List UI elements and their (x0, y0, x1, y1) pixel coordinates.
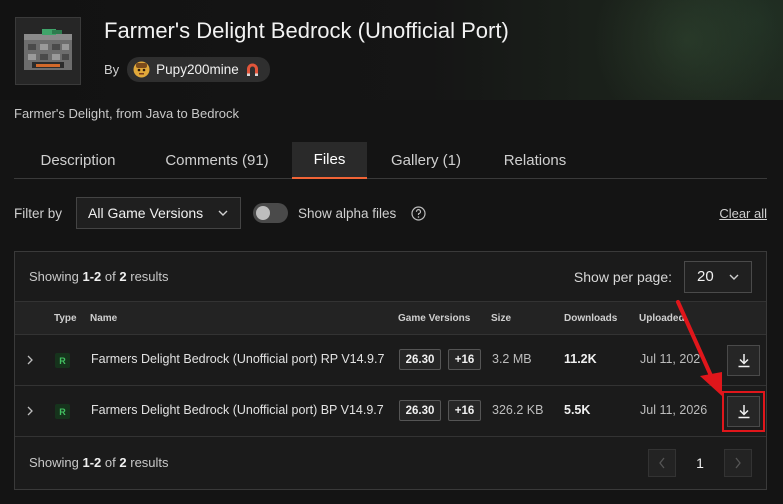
toggle-knob (256, 206, 270, 220)
chevron-right-icon[interactable] (25, 350, 35, 370)
stove-icon (24, 29, 72, 70)
filter-bar: Filter by All Game Versions Show alpha f… (14, 197, 767, 229)
author-avatar-icon (133, 61, 150, 78)
header-downloads: Downloads (564, 313, 618, 324)
table-row[interactable]: R Farmers Delight Bedrock (Unofficial po… (15, 386, 766, 437)
clear-all-link[interactable]: Clear all (719, 206, 767, 221)
per-page-label: Show per page: (573, 268, 672, 285)
upload-date: Jul 11, 2026 (640, 403, 708, 417)
show-alpha-label: Show alpha files (298, 205, 397, 221)
game-version-value: All Game Versions (88, 205, 204, 221)
tab-comments[interactable]: Comments (91) (142, 142, 292, 179)
file-name[interactable]: Farmers Delight Bedrock (Unofficial port… (91, 352, 384, 366)
show-alpha-toggle[interactable] (253, 203, 288, 223)
files-panel: Showing 1-2 of 2 results Show per page: … (14, 251, 767, 490)
per-page-select[interactable]: 20 (684, 260, 752, 293)
release-type-badge: R (55, 404, 70, 419)
table-header: Type Name Game Versions Size Downloads U… (15, 301, 766, 335)
results-header: Showing 1-2 of 2 results Show per page: … (15, 252, 766, 301)
results-summary: Showing 1-2 of 2 results (29, 269, 169, 284)
game-version-chip: 26.30 (399, 400, 441, 421)
results-summary-footer: Showing 1-2 of 2 results (29, 455, 169, 470)
chevron-left-icon (659, 457, 665, 468)
project-tabs: Description Comments (91) Files Gallery … (14, 142, 767, 179)
header-type: Type (54, 313, 77, 324)
header-uploaded: Uploaded (639, 313, 685, 324)
help-icon[interactable] (411, 205, 426, 221)
header-game-versions: Game Versions (398, 313, 471, 324)
tab-description[interactable]: Description (14, 142, 142, 179)
more-versions-chip[interactable]: +16 (448, 400, 481, 421)
results-footer: Showing 1-2 of 2 results 1 (15, 437, 766, 488)
chevron-down-icon (218, 210, 228, 216)
tab-relations[interactable]: Relations (485, 142, 585, 179)
project-header: Farmer's Delight Bedrock (Unofficial Por… (0, 0, 783, 100)
game-version-select[interactable]: All Game Versions (76, 197, 241, 229)
header-size: Size (491, 313, 512, 324)
download-count: 11.2K (564, 352, 597, 366)
next-page-button[interactable] (724, 448, 752, 477)
prev-page-button[interactable] (648, 448, 676, 477)
download-button[interactable] (727, 345, 760, 376)
chevron-down-icon (729, 274, 739, 280)
project-summary: Farmer's Delight, from Java to Bedrock (14, 106, 239, 121)
filter-by-label: Filter by (14, 205, 63, 221)
header-background-art (543, 0, 783, 100)
chevron-right-icon (735, 457, 741, 468)
chevron-right-icon[interactable] (25, 401, 35, 421)
tab-gallery[interactable]: Gallery (1) (367, 142, 485, 179)
author-link[interactable]: Pupy200mine (127, 57, 270, 82)
download-icon (738, 354, 749, 368)
release-type-badge: R (55, 353, 70, 368)
magnet-icon (246, 63, 258, 76)
upload-date: Jul 11, 2026 (640, 352, 700, 366)
tab-files[interactable]: Files (292, 142, 367, 179)
per-page-control: Show per page: 20 (573, 260, 752, 293)
author-name: Pupy200mine (156, 62, 239, 77)
current-page[interactable]: 1 (676, 455, 724, 471)
pagination: 1 (648, 448, 752, 477)
download-icon (738, 405, 749, 419)
by-label: By (104, 62, 120, 77)
project-title: Farmer's Delight Bedrock (Unofficial Por… (104, 18, 509, 43)
header-name: Name (90, 313, 118, 324)
download-count: 5.5K (564, 403, 591, 417)
download-button-highlighted[interactable] (722, 391, 765, 432)
table-row[interactable]: R Farmers Delight Bedrock (Unofficial po… (15, 335, 766, 386)
per-page-value: 20 (697, 268, 714, 285)
more-versions-chip[interactable]: +16 (448, 349, 481, 370)
game-version-chip: 26.30 (399, 349, 441, 370)
file-name[interactable]: Farmers Delight Bedrock (Unofficial port… (91, 403, 384, 417)
file-size: 3.2 MB (492, 352, 532, 366)
project-logo[interactable] (15, 17, 81, 85)
byline: By Pupy200mine (104, 57, 270, 82)
file-size: 326.2 KB (492, 403, 544, 417)
